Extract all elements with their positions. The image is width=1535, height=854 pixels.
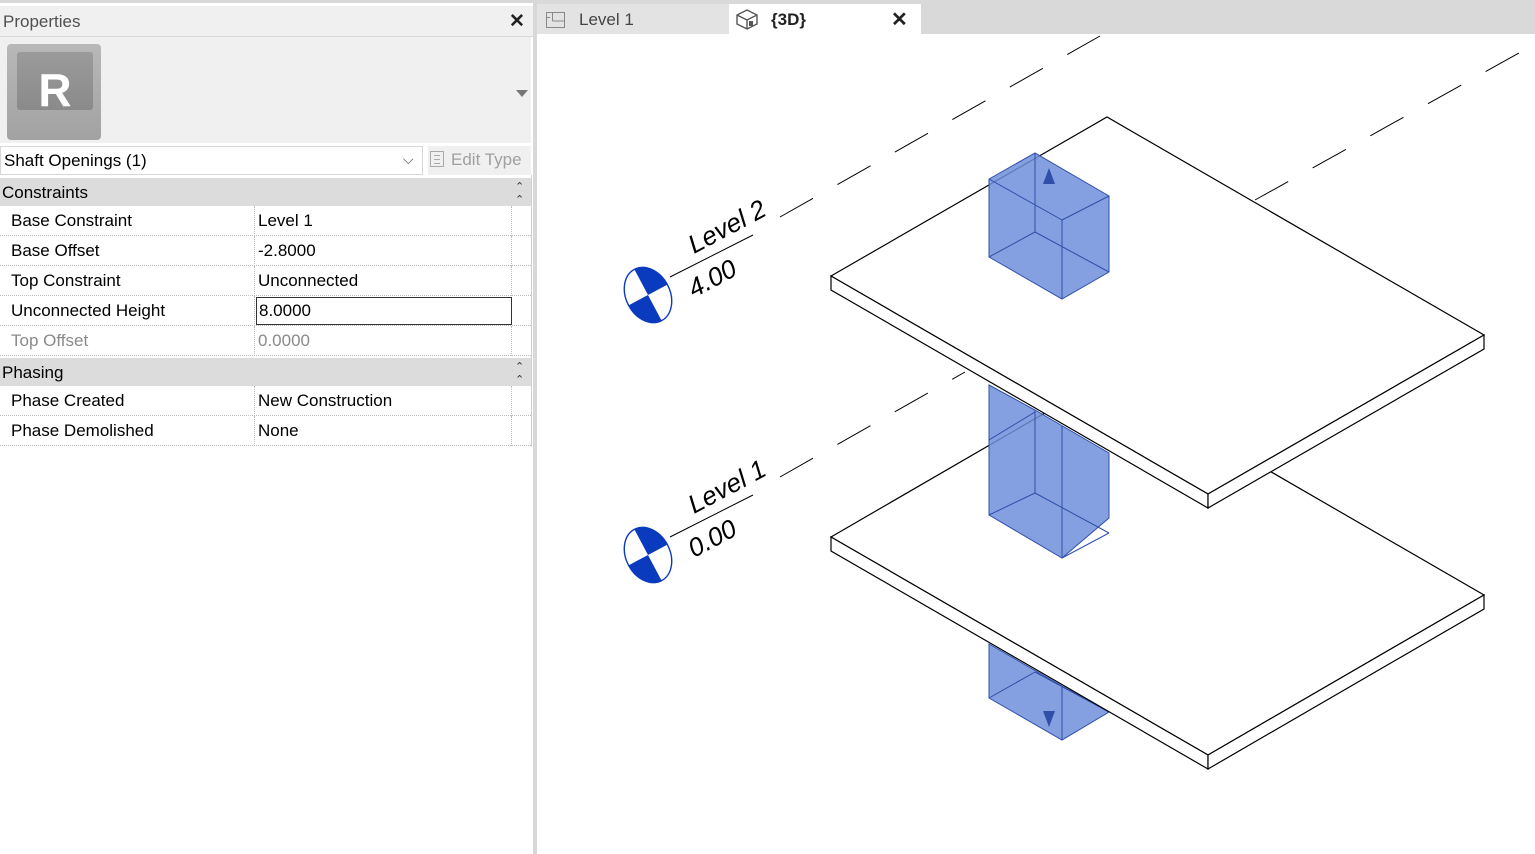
level-1-line[interactable]: [779, 371, 966, 478]
type-selector-dropdown[interactable]: Shaft Openings (1) ⌵: [0, 146, 423, 175]
3d-model-drawing[interactable]: Level 2 4.00 Level 1 0.00: [537, 34, 1535, 854]
chevron-down-icon[interactable]: ⌵: [403, 151, 414, 168]
property-row-top-constraint[interactable]: Top Constraint Unconnected: [0, 266, 531, 296]
tab-level-1-label: Level 1: [579, 10, 634, 29]
view-tab-bar: Level 1 {3D} ✕: [537, 0, 1535, 34]
3d-view-house-icon: [736, 9, 758, 30]
properties-title: Properties: [3, 12, 81, 31]
level-2-elevation[interactable]: 4.00: [683, 253, 742, 303]
property-row-base-offset[interactable]: Base Offset -2.8000: [0, 236, 531, 266]
revit-logo-icon: R: [7, 44, 101, 140]
3d-view-canvas[interactable]: Level 2 4.00 Level 1 0.00: [537, 34, 1535, 854]
collapse-icon[interactable]: ⌃ ⌃: [515, 360, 524, 386]
collapse-icon[interactable]: ⌃ ⌃: [515, 180, 524, 206]
tab-level-1[interactable]: Level 1: [537, 4, 729, 34]
group-constraints-label: Constraints: [2, 183, 88, 202]
edit-type-button[interactable]: Edit Type: [428, 146, 531, 175]
tab-3d-label: {3D}: [771, 10, 806, 29]
tab-3d[interactable]: {3D} ✕: [729, 4, 921, 34]
unconnected-height-input[interactable]: [256, 297, 512, 325]
group-phasing[interactable]: Phasing ⌃ ⌃: [0, 358, 531, 386]
property-row-phase-created[interactable]: Phase Created New Construction: [0, 386, 531, 416]
group-phasing-label: Phasing: [2, 363, 64, 382]
level-1-name[interactable]: Level 1: [683, 453, 771, 519]
level-1-elevation[interactable]: 0.00: [683, 513, 742, 563]
level-2-name[interactable]: Level 2: [683, 193, 772, 259]
floor-slab-level-2[interactable]: [829, 116, 1486, 510]
close-icon[interactable]: ✕: [891, 7, 908, 32]
property-row-unconnected-height[interactable]: Unconnected Height: [0, 296, 531, 326]
type-preview-dropdown-icon[interactable]: [516, 90, 528, 97]
property-row-top-offset: Top Offset 0.0000: [0, 326, 531, 356]
properties-title-bar: Properties ✕: [0, 6, 533, 37]
type-selector-label: Shaft Openings (1): [4, 151, 147, 170]
group-constraints[interactable]: Constraints ⌃ ⌃: [0, 178, 531, 206]
level-2-line-right: [1254, 43, 1535, 201]
property-row-phase-demolished[interactable]: Phase Demolished None: [0, 416, 531, 446]
floor-plan-icon: [546, 12, 565, 28]
properties-panel: Properties ✕ R Shaft Openings (1) ⌵ Edit…: [0, 0, 533, 854]
close-icon[interactable]: ✕: [509, 12, 525, 31]
edit-type-icon: [430, 151, 444, 167]
property-row-base-constraint[interactable]: Base Constraint Level 1: [0, 206, 531, 236]
edit-type-label: Edit Type: [451, 150, 522, 169]
